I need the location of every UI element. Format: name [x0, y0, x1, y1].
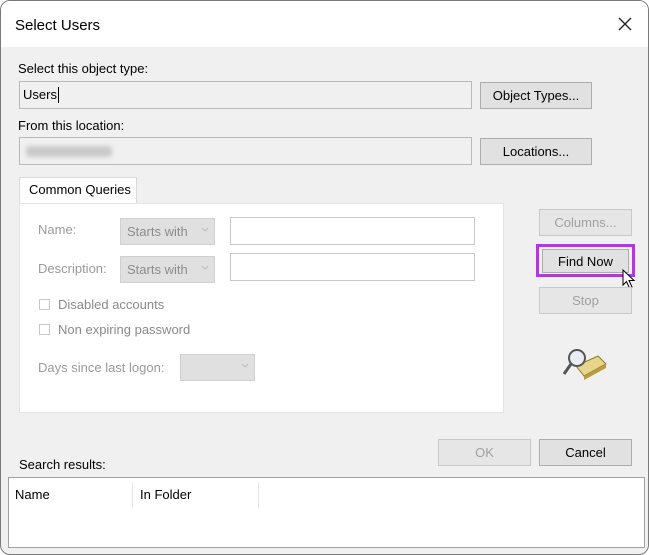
title-bar: Select Users	[1, 1, 648, 47]
description-label: Description:	[38, 261, 107, 276]
chevron-down-icon	[241, 363, 249, 368]
ok-button[interactable]: OK	[438, 439, 531, 466]
non-expiring-label: Non expiring password	[58, 322, 191, 337]
column-separator	[132, 482, 133, 508]
description-input[interactable]	[230, 253, 475, 281]
object-type-field[interactable]: Users	[19, 81, 472, 109]
name-input[interactable]	[230, 217, 475, 245]
search-results-label: Search results:	[19, 457, 106, 472]
search-magnifier-icon	[562, 349, 607, 380]
description-mode-select[interactable]: Starts with	[120, 256, 215, 283]
location-label: From this location:	[18, 118, 125, 133]
location-field[interactable]	[19, 137, 472, 165]
object-types-button[interactable]: Object Types...	[480, 82, 592, 109]
tab-common-queries[interactable]: Common Queries	[19, 177, 137, 204]
select-users-dialog: Select Users Select this object type: Us…	[0, 0, 649, 555]
days-since-logon-select[interactable]	[180, 354, 255, 381]
text-caret	[58, 87, 59, 103]
non-expiring-checkbox[interactable]	[39, 324, 50, 335]
disabled-accounts-checkbox[interactable]	[39, 299, 50, 310]
search-results-list[interactable]: Name In Folder	[8, 477, 645, 548]
find-now-button[interactable]: Find Now	[542, 249, 629, 273]
days-since-logon-label: Days since last logon:	[38, 360, 165, 375]
locations-button[interactable]: Locations...	[480, 138, 592, 165]
name-label: Name:	[38, 222, 77, 237]
column-separator	[258, 482, 259, 508]
close-icon	[618, 17, 632, 31]
stop-button[interactable]: Stop	[539, 287, 632, 314]
window-title: Select Users	[15, 17, 101, 34]
column-header-in-folder[interactable]: In Folder	[140, 487, 191, 502]
object-type-label: Select this object type:	[18, 61, 149, 76]
common-queries-panel: Name: Starts with Description: Starts wi…	[19, 203, 504, 413]
chevron-down-icon	[201, 227, 209, 232]
disabled-accounts-label: Disabled accounts	[58, 297, 165, 312]
object-type-value: Users	[23, 87, 57, 102]
cancel-button[interactable]: Cancel	[539, 439, 632, 466]
chevron-down-icon	[201, 265, 209, 270]
column-header-name[interactable]: Name	[15, 487, 50, 502]
name-mode-select[interactable]: Starts with	[120, 218, 215, 245]
columns-button[interactable]: Columns...	[539, 209, 632, 236]
blurred-location-value	[26, 146, 112, 157]
close-button[interactable]	[610, 9, 640, 39]
